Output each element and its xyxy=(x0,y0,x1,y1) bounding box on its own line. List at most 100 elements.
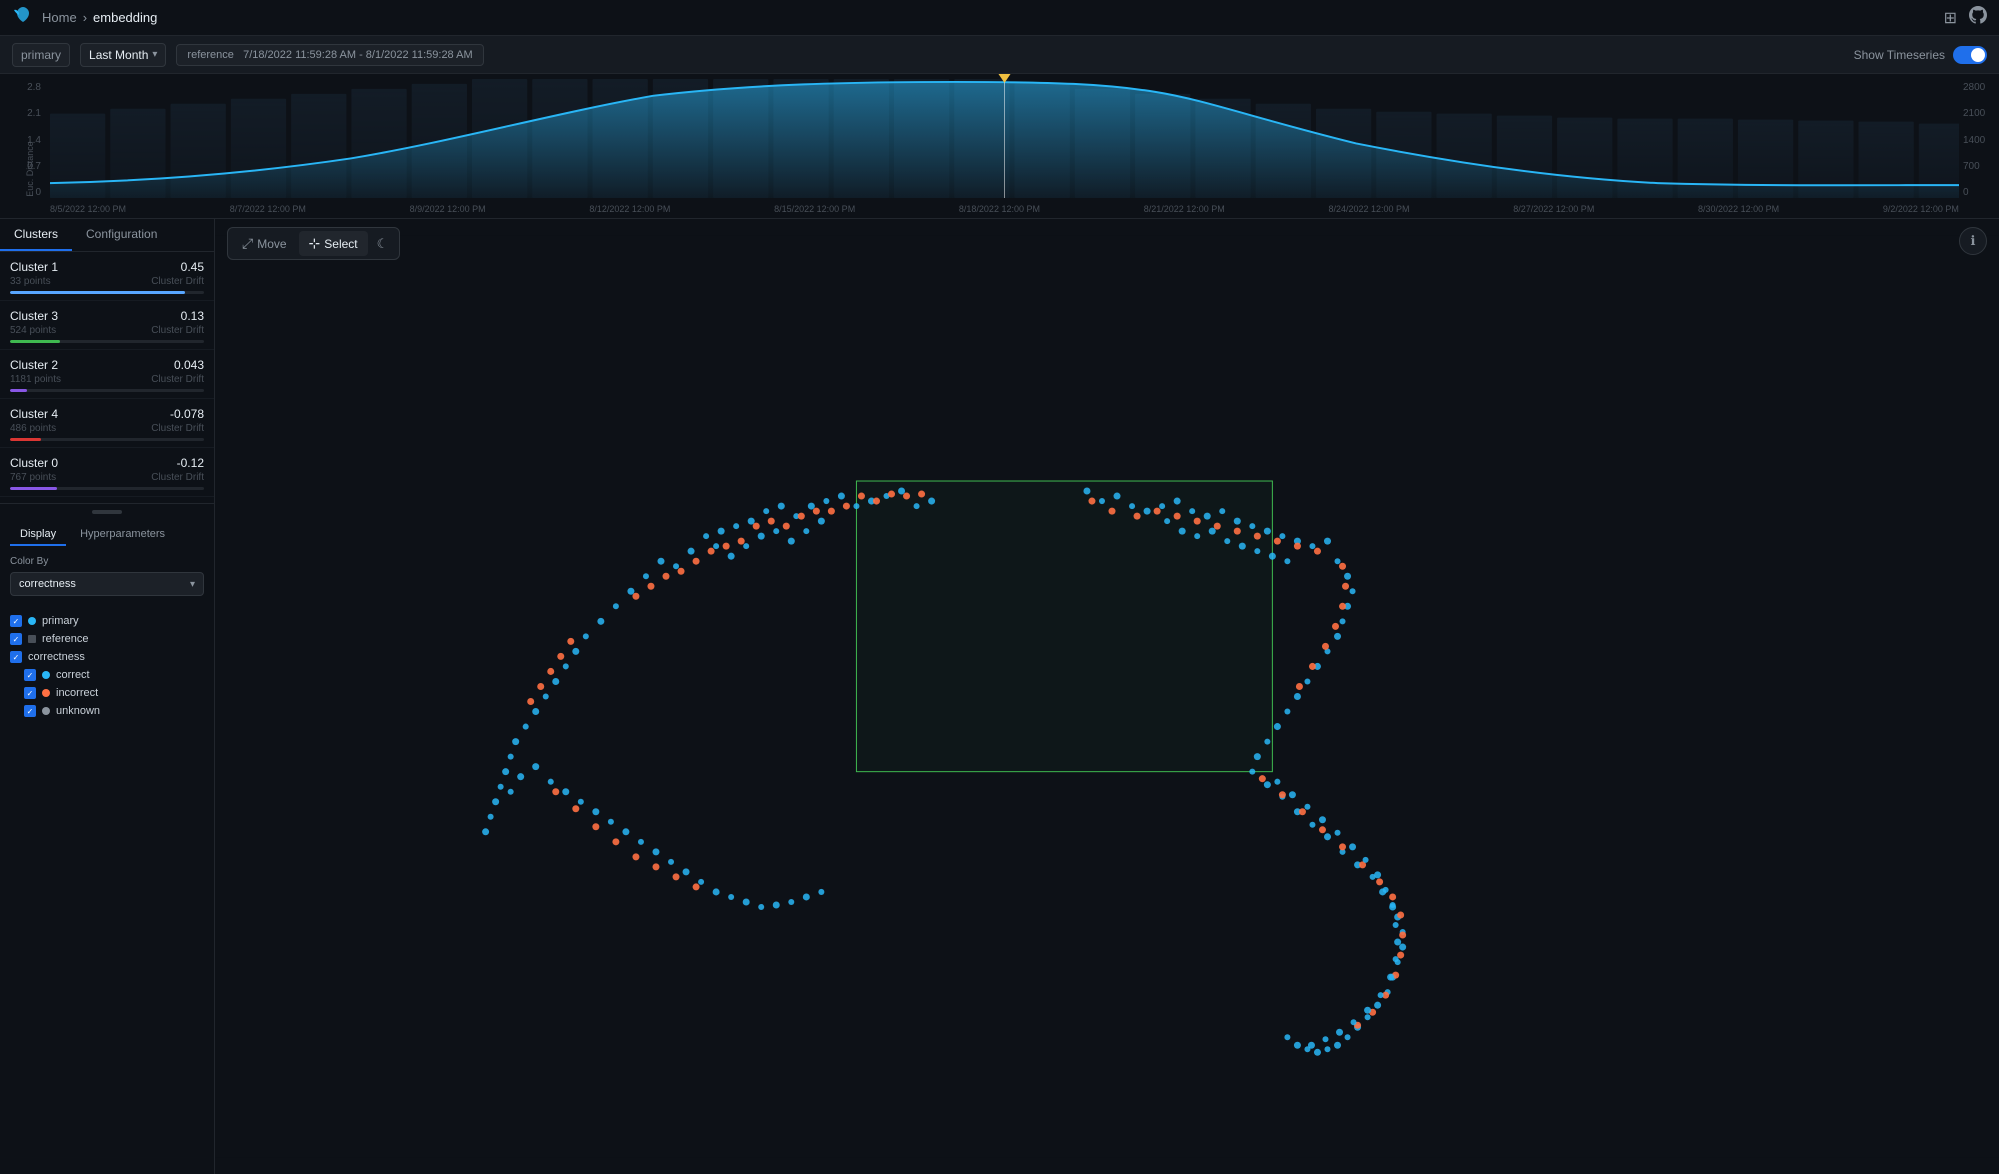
legend-section: ✓ primary ✓ reference ✓ correctness ✓ co… xyxy=(0,606,214,726)
cluster-drift-value: -0.078 xyxy=(170,407,204,421)
info-button[interactable]: ℹ xyxy=(1959,227,1987,255)
legend-checkbox-correct[interactable]: ✓ xyxy=(24,669,36,681)
cluster-drift-value: 0.45 xyxy=(181,260,204,274)
period-value: Last Month xyxy=(89,48,148,62)
chart-canvas[interactable] xyxy=(50,74,1959,198)
legend-checkbox-correctness[interactable]: ✓ xyxy=(10,651,22,663)
period-select[interactable]: Last Month ▾ xyxy=(80,43,166,67)
color-by-label: Color By xyxy=(10,556,204,567)
cluster-drift-value: -0.12 xyxy=(177,456,204,470)
clusters-list: Cluster 1 0.45 33 points Cluster Drift C… xyxy=(0,252,214,497)
legend-item-primary[interactable]: ✓ primary xyxy=(10,612,204,630)
cluster-item[interactable]: Cluster 3 0.13 524 points Cluster Drift xyxy=(0,301,214,350)
tool-select[interactable]: ⊹ Select xyxy=(299,231,368,256)
cluster-points: 33 points xyxy=(10,276,51,287)
primary-label: primary xyxy=(12,43,70,67)
color-by-arrow: ▾ xyxy=(190,579,195,590)
legend-group-correctness[interactable]: ✓ correctness xyxy=(10,648,204,666)
cluster-points: 767 points xyxy=(10,472,56,483)
cluster-drift-label: Cluster Drift xyxy=(151,325,204,336)
color-by-value: correctness xyxy=(19,578,76,590)
app-logo xyxy=(12,4,34,31)
legend-label-unknown: unknown xyxy=(56,705,100,717)
grid-icon[interactable]: ⊞ xyxy=(1944,8,1957,28)
cluster-drift-label: Cluster Drift xyxy=(151,423,204,434)
scatter-plot[interactable] xyxy=(215,219,1999,1174)
ref-range: 7/18/2022 11:59:28 AM - 8/1/2022 11:59:2… xyxy=(243,49,473,61)
legend-dot-correct xyxy=(42,671,50,679)
legend-label-correct: correct xyxy=(56,669,90,681)
cluster-item[interactable]: Cluster 2 0.043 1181 points Cluster Drif… xyxy=(0,350,214,399)
tool-select-label: Select xyxy=(324,237,357,251)
tab-clusters[interactable]: Clusters xyxy=(0,219,72,251)
nav-right: ⊞ xyxy=(1944,6,1987,29)
cluster-points: 486 points xyxy=(10,423,56,434)
canvas-toolbar: ⤢ Move ⊹ Select ☾ xyxy=(227,227,400,260)
color-by-select[interactable]: correctness ▾ xyxy=(10,572,204,596)
tool-move[interactable]: ⤢ Move xyxy=(232,231,297,256)
legend-label-reference: reference xyxy=(42,633,88,645)
legend-checkbox-unknown[interactable]: ✓ xyxy=(24,705,36,717)
cluster-item[interactable]: Cluster 1 0.45 33 points Cluster Drift xyxy=(0,252,214,301)
legend-square-reference xyxy=(28,635,36,643)
timeseries-chart[interactable]: Euc. Distance 2.8 2.1 1.4 0.7 0 2800 210… xyxy=(0,74,1999,219)
legend-label-incorrect: incorrect xyxy=(56,687,98,699)
main-toolbar: primary Last Month ▾ reference 7/18/2022… xyxy=(0,36,1999,74)
y-right-labels: 2800 2100 1400 700 0 xyxy=(1959,74,1999,198)
select-icon: ⊹ xyxy=(309,235,321,252)
cluster-name: Cluster 2 xyxy=(10,358,58,372)
cluster-drift-value: 0.043 xyxy=(174,358,204,372)
move-icon: ⤢ xyxy=(242,235,253,252)
legend-item-correct[interactable]: ✓ correct xyxy=(10,666,204,684)
scatter-canvas[interactable]: ⤢ Move ⊹ Select ☾ ℹ xyxy=(215,219,1999,1174)
ref-label: reference xyxy=(187,49,233,61)
breadcrumb: Home › embedding xyxy=(42,10,157,25)
tool-moon[interactable]: ☾ xyxy=(370,232,396,256)
cluster-drift-label: Cluster Drift xyxy=(151,374,204,385)
display-tabs: Display Hyperparameters xyxy=(0,518,214,546)
legend-item-reference[interactable]: ✓ reference xyxy=(10,630,204,648)
toggle-knob xyxy=(1971,48,1985,62)
tool-move-label: Move xyxy=(257,237,286,251)
cluster-name: Cluster 1 xyxy=(10,260,58,274)
legend-checkbox-primary[interactable]: ✓ xyxy=(10,615,22,627)
github-icon[interactable] xyxy=(1969,6,1987,29)
moon-icon: ☾ xyxy=(377,236,389,252)
tab-hyperparameters[interactable]: Hyperparameters xyxy=(70,524,175,546)
y-left-labels: 2.8 2.1 1.4 0.7 0 xyxy=(0,74,45,198)
color-by-section: Color By correctness ▾ xyxy=(0,546,214,606)
legend-item-unknown[interactable]: ✓ unknown xyxy=(10,702,204,720)
resize-handle[interactable] xyxy=(92,510,122,514)
main-layout: Clusters Configuration Cluster 1 0.45 33… xyxy=(0,219,1999,1174)
legend-dot-primary xyxy=(28,617,36,625)
show-timeseries-control: Show Timeseries xyxy=(1854,46,1987,64)
legend-label-primary: primary xyxy=(42,615,79,627)
tab-display[interactable]: Display xyxy=(10,524,66,546)
tab-configuration[interactable]: Configuration xyxy=(72,219,171,251)
breadcrumb-sep: › xyxy=(83,10,87,25)
legend-checkbox-incorrect[interactable]: ✓ xyxy=(24,687,36,699)
cluster-drift-label: Cluster Drift xyxy=(151,472,204,483)
cluster-drift-label: Cluster Drift xyxy=(151,276,204,287)
info-icon: ℹ xyxy=(1971,233,1976,249)
legend-dot-incorrect xyxy=(42,689,50,697)
legend-item-incorrect[interactable]: ✓ incorrect xyxy=(10,684,204,702)
sidebar: Clusters Configuration Cluster 1 0.45 33… xyxy=(0,219,215,1174)
period-arrow: ▾ xyxy=(152,49,157,60)
cluster-name: Cluster 4 xyxy=(10,407,58,421)
timeseries-toggle[interactable] xyxy=(1953,46,1987,64)
legend-group-label: correctness xyxy=(28,651,85,663)
show-timeseries-label: Show Timeseries xyxy=(1854,48,1945,62)
cluster-name: Cluster 0 xyxy=(10,456,58,470)
sidebar-tabs: Clusters Configuration xyxy=(0,219,214,252)
top-nav: Home › embedding ⊞ xyxy=(0,0,1999,36)
nav-home[interactable]: Home xyxy=(42,10,77,25)
cluster-item[interactable]: Cluster 4 -0.078 486 points Cluster Drif… xyxy=(0,399,214,448)
x-axis-labels: 8/5/2022 12:00 PM 8/7/2022 12:00 PM 8/9/… xyxy=(50,200,1959,218)
sidebar-divider xyxy=(0,503,214,504)
cluster-item[interactable]: Cluster 0 -0.12 767 points Cluster Drift xyxy=(0,448,214,497)
legend-checkbox-reference[interactable]: ✓ xyxy=(10,633,22,645)
legend-dot-unknown xyxy=(42,707,50,715)
cluster-name: Cluster 3 xyxy=(10,309,58,323)
reference-badge: reference 7/18/2022 11:59:28 AM - 8/1/20… xyxy=(176,44,483,66)
